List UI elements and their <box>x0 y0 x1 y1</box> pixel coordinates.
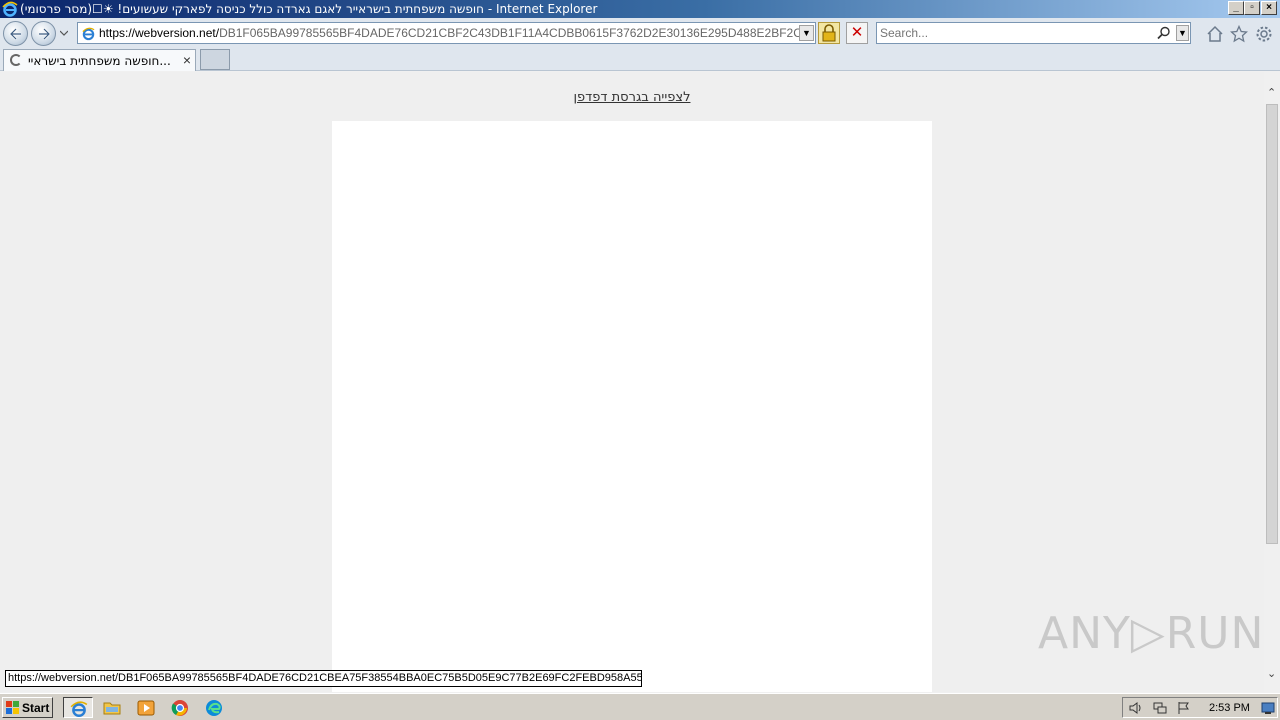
new-tab-button[interactable] <box>200 49 230 70</box>
address-dropdown-button[interactable]: ▼ <box>799 25 814 41</box>
favorites-star-icon[interactable] <box>1230 25 1248 43</box>
scroll-up-arrow-icon[interactable]: ⌃ <box>1267 86 1276 99</box>
minimize-button[interactable]: _ <box>1228 1 1244 15</box>
gear-icon[interactable] <box>1255 25 1273 43</box>
loading-spinner-icon <box>10 54 22 66</box>
folder-icon <box>103 702 121 715</box>
show-desktop-icon[interactable] <box>1261 701 1275 715</box>
search-input[interactable] <box>880 25 1150 41</box>
speaker-icon[interactable] <box>1129 701 1143 715</box>
navigation-bar: https://webversion.net/DB1F065BA99785565… <box>0 18 1280 48</box>
lock-icon <box>822 24 836 42</box>
address-url[interactable]: https://webversion.net/DB1F065BA99785565… <box>99 26 799 40</box>
window-title: (מסר פרסומי)☐☀ !חופשה משפחתית בישראייר ל… <box>20 2 598 16</box>
back-button[interactable] <box>3 21 28 46</box>
page-content: לצפייה בגרסת דפדפן <box>0 72 1264 692</box>
url-host: https://webversion.net/ <box>99 26 220 40</box>
tab-bar: חופשה משפחתית בישראיי... × <box>0 48 1280 71</box>
windows-flag-icon <box>6 701 19 714</box>
status-hover-url: https://webversion.net/DB1F065BA99785565… <box>5 670 642 687</box>
taskbar-file-explorer[interactable] <box>97 697 127 718</box>
taskbar: Start 2:53 PM <box>0 693 1280 720</box>
maximize-button[interactable]: ▫ <box>1244 1 1260 15</box>
back-arrow-icon <box>9 28 21 40</box>
address-bar[interactable]: https://webversion.net/DB1F065BA99785565… <box>77 22 816 44</box>
anyrun-watermark: ANY▷RUN <box>1038 608 1265 659</box>
action-center-flag-icon[interactable] <box>1177 701 1191 715</box>
internet-explorer-logo-icon <box>2 1 18 17</box>
forward-arrow-icon <box>39 28 51 40</box>
view-in-browser-link[interactable]: לצפייה בגרסת דפדפן <box>0 90 1264 105</box>
forward-button[interactable] <box>31 21 56 46</box>
window-title-bar[interactable]: (מסר פרסומי)☐☀ !חופשה משפחתית בישראייר ל… <box>0 0 1280 18</box>
tab-close-button[interactable]: × <box>183 52 191 68</box>
taskbar-media-player[interactable] <box>131 697 161 718</box>
taskbar-clock[interactable]: 2:53 PM <box>1209 702 1250 714</box>
history-dropdown-icon[interactable] <box>60 29 68 37</box>
network-icon[interactable] <box>1153 701 1167 715</box>
close-x-icon: ✕ <box>850 24 864 41</box>
start-button[interactable]: Start <box>2 697 53 718</box>
scrollbar-thumb[interactable] <box>1266 104 1278 544</box>
search-icon[interactable] <box>1157 26 1171 40</box>
close-window-button[interactable]: × <box>1261 1 1277 15</box>
start-label: Start <box>22 701 50 715</box>
taskbar-internet-explorer[interactable] <box>63 697 93 718</box>
tab-title: חופשה משפחתית בישראיי... <box>28 54 171 68</box>
email-body-panel <box>332 121 932 692</box>
security-lock-button[interactable] <box>818 22 840 44</box>
scroll-down-arrow-icon[interactable]: ⌄ <box>1267 667 1276 680</box>
vertical-scrollbar[interactable]: ⌃ ⌄ <box>1264 84 1280 682</box>
url-path: DB1F065BA99785565BF4DADE76CD21CBF2C43DB1… <box>219 26 799 40</box>
search-box[interactable]: ▼ <box>876 22 1191 44</box>
taskbar-chrome[interactable] <box>165 697 195 718</box>
page-ie-icon <box>82 27 95 41</box>
tab-active[interactable]: חופשה משפחתית בישראיי... × <box>3 49 196 71</box>
chrome-icon <box>171 700 188 716</box>
home-icon[interactable] <box>1206 25 1224 43</box>
system-tray: 2:53 PM <box>1122 697 1278 718</box>
search-dropdown-button[interactable]: ▼ <box>1176 25 1189 41</box>
internet-explorer-icon <box>70 701 88 717</box>
taskbar-edge[interactable] <box>199 697 229 718</box>
stop-loading-button[interactable]: ✕ <box>846 22 868 44</box>
media-player-icon <box>137 700 155 716</box>
edge-icon <box>206 700 222 716</box>
